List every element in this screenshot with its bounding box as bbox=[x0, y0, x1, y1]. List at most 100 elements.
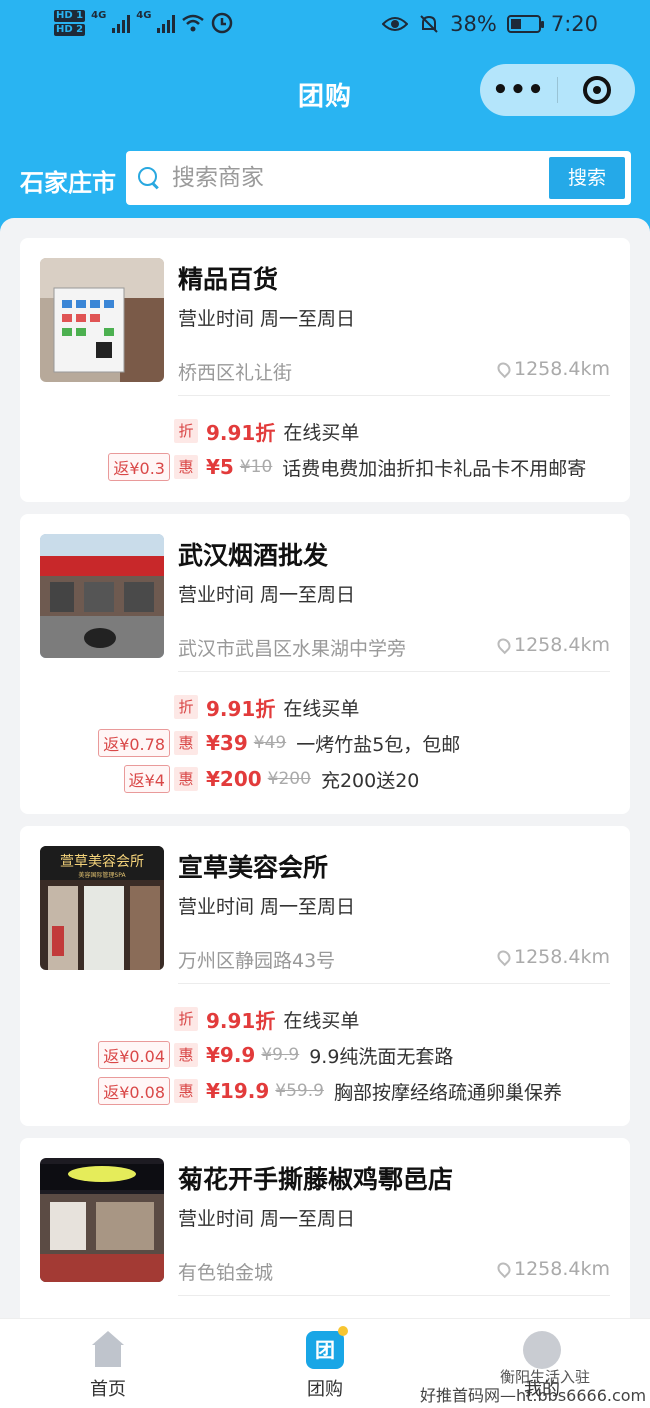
location-pin-icon bbox=[494, 1259, 514, 1279]
store-photo-image: 萱草美容会所 美容国际管理SPA bbox=[40, 846, 164, 970]
deal-price: ¥39 bbox=[206, 731, 248, 755]
store-hours: 营业时间 周一至周日 bbox=[178, 308, 356, 330]
tab-home[interactable]: 首页 bbox=[58, 1331, 158, 1401]
store-photo-image bbox=[40, 258, 164, 382]
rebate-slot: 返¥0.78 bbox=[20, 729, 174, 757]
data-saver-icon bbox=[212, 12, 233, 34]
discount-row[interactable]: 折 9.91折 在线买单 bbox=[20, 692, 630, 722]
tab-group-buy-label: 团购 bbox=[307, 1379, 343, 1400]
network2-label: 4G bbox=[136, 10, 152, 21]
deal-price: ¥9.9 bbox=[206, 1043, 256, 1067]
store-thumbnail[interactable] bbox=[40, 258, 164, 382]
watermark-site: 好推首码网—ht.bbs6666.com bbox=[420, 1386, 647, 1405]
deal-description: 胸部按摩经络疏通卵巢保养 bbox=[333, 1081, 562, 1104]
store-sign-subtext: 美容国际管理SPA bbox=[78, 871, 126, 879]
store-photo-image bbox=[40, 534, 164, 658]
store-address: 万州区静园路43号 bbox=[178, 950, 336, 972]
search-icon bbox=[138, 167, 160, 189]
rebate-badge: 返¥0.78 bbox=[98, 729, 170, 757]
tab-group-buy[interactable]: 团 团购 bbox=[275, 1326, 375, 1401]
search-input[interactable] bbox=[172, 165, 532, 191]
store-name: 精品百货 bbox=[178, 265, 279, 294]
status-bar: HD 1 HD 2 4G 4G 38% 7:20 bbox=[0, 0, 650, 56]
discount-rate: 9.91折 bbox=[206, 696, 276, 721]
discount-label: 在线买单 bbox=[283, 697, 360, 720]
deal-tag: 惠 bbox=[174, 1043, 198, 1067]
eye-icon bbox=[382, 17, 409, 31]
network1-label: 4G bbox=[91, 10, 107, 21]
more-menu-button[interactable]: ••• bbox=[480, 64, 557, 116]
rebate-badge: 返¥4 bbox=[123, 765, 170, 793]
discount-tag: 折 bbox=[174, 695, 198, 719]
store-hours: 营业时间 周一至周日 bbox=[178, 584, 356, 606]
search-bar: 搜索 bbox=[126, 151, 631, 205]
deal-tag: 惠 bbox=[174, 731, 198, 755]
deal-original-price: ¥9.9 bbox=[261, 1045, 300, 1065]
discount-row[interactable]: 折 9.91折 在线买单 bbox=[20, 1004, 630, 1034]
close-mini-program-button[interactable] bbox=[558, 76, 635, 104]
home-icon bbox=[89, 1331, 127, 1369]
store-thumbnail[interactable] bbox=[40, 1158, 164, 1282]
city-selector[interactable]: 石家庄市 bbox=[20, 163, 116, 198]
store-photo-image bbox=[40, 1158, 164, 1282]
deal-original-price: ¥59.9 bbox=[275, 1081, 324, 1101]
deal-row[interactable]: 返¥4 惠 ¥200 ¥200 充200送20 bbox=[20, 764, 630, 794]
store-card[interactable]: 萱草美容会所 美容国际管理SPA 宣草美容会所 营业时间 周一至周日 万州区静园… bbox=[20, 826, 630, 1126]
deal-price: ¥5 bbox=[206, 455, 234, 479]
rebate-badge: 返¥0.04 bbox=[98, 1041, 170, 1069]
store-thumbnail[interactable]: 萱草美容会所 美容国际管理SPA bbox=[40, 846, 164, 970]
store-address: 有色铂金城 bbox=[178, 1262, 274, 1284]
discount-row[interactable]: 折 9.91折 在线买单 bbox=[20, 416, 630, 446]
deal-row[interactable]: 返¥0.04 惠 ¥9.9 ¥9.9 9.9纯洗面无套路 bbox=[20, 1040, 630, 1070]
store-card[interactable]: 菊花开手撕藤椒鸡鄠邑店 营业时间 周一至周日 有色铂金城 1258.4km bbox=[20, 1138, 630, 1318]
store-name: 武汉烟酒批发 bbox=[178, 541, 329, 570]
rebate-slot: 返¥0.04 bbox=[20, 1041, 174, 1069]
store-distance: 1258.4km bbox=[494, 358, 610, 380]
deal-row[interactable]: 返¥0.78 惠 ¥39 ¥49 一烤竹盐5包，包邮 bbox=[20, 728, 630, 758]
store-card[interactable]: 精品百货 营业时间 周一至周日 桥西区礼让街 1258.4km 折 9.91折 … bbox=[20, 238, 630, 502]
tab-home-label: 首页 bbox=[90, 1379, 126, 1400]
deal-original-price: ¥10 bbox=[239, 457, 273, 477]
group-buy-icon-glyph: 团 bbox=[315, 1338, 335, 1362]
deal-original-price: ¥200 bbox=[267, 769, 311, 789]
rebate-badge: 返¥0.08 bbox=[98, 1077, 170, 1105]
deal-tag: 惠 bbox=[174, 767, 198, 791]
store-address: 桥西区礼让街 bbox=[178, 362, 293, 384]
location-pin-icon bbox=[494, 947, 514, 967]
store-distance: 1258.4km bbox=[494, 634, 610, 656]
store-distance: 1258.4km bbox=[494, 1258, 610, 1280]
store-name: 菊花开手撕藤椒鸡鄠邑店 bbox=[178, 1165, 454, 1194]
divider bbox=[178, 395, 610, 396]
profile-icon bbox=[523, 1331, 561, 1369]
store-list[interactable]: 精品百货 营业时间 周一至周日 桥西区礼让街 1258.4km 折 9.91折 … bbox=[0, 218, 650, 1318]
hd-indicator: HD 1 HD 2 bbox=[54, 10, 86, 36]
group-buy-icon: 团 bbox=[306, 1326, 348, 1369]
battery-level bbox=[510, 19, 521, 29]
deal-row[interactable]: 返¥0.3 惠 ¥5 ¥10 话费电费加油折扣卡礼品卡不用邮寄 bbox=[20, 452, 630, 482]
battery-icon bbox=[506, 15, 544, 33]
discount-rate: 9.91折 bbox=[206, 1008, 276, 1033]
badge-dot bbox=[338, 1326, 348, 1336]
store-sign-text: 萱草美容会所 bbox=[60, 853, 144, 870]
deal-row[interactable]: 返¥0.08 惠 ¥19.9 ¥59.9 胸部按摩经络疏通卵巢保养 bbox=[20, 1076, 630, 1106]
deal-tag: 惠 bbox=[174, 1079, 198, 1103]
rebate-slot: 返¥4 bbox=[20, 765, 174, 793]
location-pin-icon bbox=[494, 635, 514, 655]
discount-label: 在线买单 bbox=[283, 421, 360, 444]
distance-value: 1258.4km bbox=[514, 634, 610, 656]
deal-description: 充200送20 bbox=[320, 769, 420, 792]
battery-percent: 38% bbox=[450, 12, 497, 36]
distance-value: 1258.4km bbox=[514, 946, 610, 968]
deal-description: 一烤竹盐5包，包邮 bbox=[296, 733, 461, 756]
clock: 7:20 bbox=[550, 12, 598, 36]
mute-bell-icon bbox=[420, 15, 438, 33]
discount-tag: 折 bbox=[174, 1007, 198, 1031]
search-button[interactable]: 搜索 bbox=[549, 157, 625, 199]
hd2-label: HD 2 bbox=[54, 24, 86, 36]
store-address: 武汉市武昌区水果湖中学旁 bbox=[178, 638, 407, 660]
divider bbox=[178, 1295, 610, 1296]
store-thumbnail[interactable] bbox=[40, 534, 164, 658]
store-hours: 营业时间 周一至周日 bbox=[178, 896, 356, 918]
store-card[interactable]: 武汉烟酒批发 营业时间 周一至周日 武汉市武昌区水果湖中学旁 1258.4km … bbox=[20, 514, 630, 814]
discount-rate: 9.91折 bbox=[206, 420, 276, 445]
